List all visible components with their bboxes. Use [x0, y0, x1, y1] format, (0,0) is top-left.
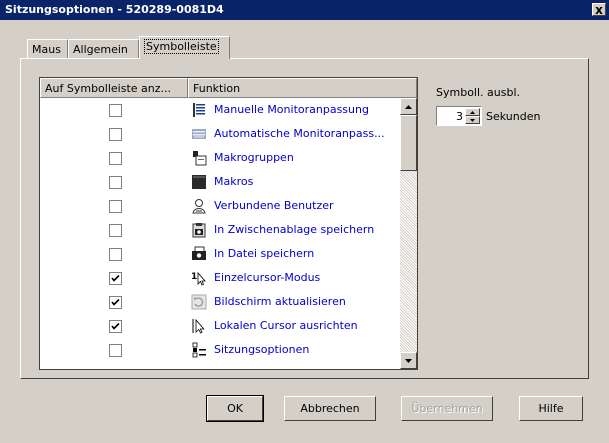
macros-icon	[191, 174, 207, 190]
column-header-show-on-toolbar[interactable]: Auf Symbolleiste anz...	[40, 78, 188, 98]
tab-maus[interactable]: Maus	[27, 39, 68, 58]
show-checkbox[interactable]	[109, 176, 122, 189]
refresh-screen-icon	[191, 294, 207, 310]
button-label: Hilfe	[538, 402, 564, 415]
down-arrow-icon	[470, 118, 475, 122]
function-label: Lokalen Cursor ausrichten	[214, 319, 358, 332]
auto-monitor-adjust-icon	[191, 126, 207, 142]
hide-toolbar-value[interactable]: 3	[456, 110, 463, 123]
monitor-adjust-icon	[191, 102, 207, 118]
spin-down-button[interactable]	[465, 116, 480, 124]
show-checkbox[interactable]	[109, 272, 122, 285]
close-button[interactable]: x	[592, 3, 606, 17]
function-label: Manuelle Monitoranpassung	[214, 103, 369, 116]
table-row[interactable]: Verbundene Benutzer	[40, 194, 400, 218]
function-label: Einzelcursor-Modus	[214, 271, 321, 284]
cancel-button[interactable]: Abbrechen	[284, 396, 376, 421]
function-label: In Datei speichern	[214, 247, 315, 260]
show-checkbox[interactable]	[109, 104, 122, 117]
help-button[interactable]: Hilfe	[519, 396, 583, 421]
function-label: Automatische Monitoranpass...	[214, 127, 385, 140]
function-label: In Zwischenablage speichern	[214, 223, 375, 236]
tab-allgemein[interactable]: Allgemein	[68, 39, 139, 58]
toolbar-functions-table: Auf Symbolleiste anz... Funktion Manuell…	[39, 77, 418, 370]
function-label: Bildschirm aktualisieren	[214, 295, 346, 308]
session-options-icon	[191, 342, 207, 358]
column-header-label: Auf Symbolleiste anz...	[45, 82, 172, 95]
vertical-scrollbar[interactable]	[400, 98, 417, 369]
connected-users-icon	[191, 198, 207, 214]
macro-groups-icon	[191, 150, 207, 166]
tab-label: Symbolleiste	[144, 39, 219, 54]
tab-label: Allgemein	[73, 43, 128, 56]
button-label: Übernehmen	[411, 402, 483, 415]
up-arrow-icon	[470, 110, 475, 114]
tab-label: Maus	[32, 43, 61, 56]
scroll-up-button[interactable]	[400, 98, 417, 115]
function-label: Makros	[214, 175, 254, 188]
tab-symbolleiste[interactable]: Symbolleiste	[139, 36, 230, 59]
scroll-down-button[interactable]	[400, 352, 417, 369]
hide-toolbar-unit: Sekunden	[486, 110, 541, 123]
window-title: Sitzungsoptionen - 520289-0081D4	[5, 3, 224, 16]
button-label: Abbrechen	[300, 402, 360, 415]
table-row[interactable]: In Datei speichern	[40, 242, 400, 266]
button-label: OK	[227, 402, 243, 415]
show-checkbox[interactable]	[109, 344, 122, 357]
table-row[interactable]: In Zwischenablage speichern	[40, 218, 400, 242]
single-cursor-icon: 1	[191, 270, 207, 286]
down-arrow-icon	[405, 358, 412, 363]
show-checkbox[interactable]	[109, 224, 122, 237]
table-row[interactable]: Lokalen Cursor ausrichten	[40, 314, 400, 338]
table-row[interactable]: Bildschirm aktualisieren	[40, 290, 400, 314]
table-row[interactable]: Manuelle Monitoranpassung	[40, 98, 400, 122]
align-cursor-icon	[191, 318, 207, 334]
show-checkbox[interactable]	[109, 152, 122, 165]
clipboard-camera-icon	[191, 222, 207, 238]
save-file-camera-icon	[191, 246, 207, 262]
table-row[interactable]: Sitzungsoptionen	[40, 338, 400, 362]
function-label: Makrogruppen	[214, 151, 294, 164]
show-checkbox[interactable]	[109, 320, 122, 333]
hide-toolbar-label: Symboll. ausbl.	[436, 86, 521, 99]
svg-text:1: 1	[191, 272, 197, 282]
title-bar: Sitzungsoptionen - 520289-0081D4 x	[0, 0, 609, 20]
show-checkbox[interactable]	[109, 200, 122, 213]
column-header-function[interactable]: Funktion	[188, 78, 417, 98]
hide-toolbar-spinner[interactable]: 3	[436, 106, 482, 126]
table-row[interactable]: Automatische Monitoranpass...	[40, 122, 400, 146]
ok-button[interactable]: OK	[206, 395, 264, 422]
show-checkbox[interactable]	[109, 128, 122, 141]
table-row[interactable]: 1 Einzelcursor-Modus	[40, 266, 400, 290]
function-label: Sitzungsoptionen	[214, 343, 310, 356]
table-row[interactable]: Makros	[40, 170, 400, 194]
function-label: Verbundene Benutzer	[214, 199, 334, 212]
up-arrow-icon	[405, 104, 412, 109]
apply-button[interactable]: Übernehmen	[401, 396, 493, 421]
column-header-label: Funktion	[193, 82, 241, 95]
table-row[interactable]: Makrogruppen	[40, 146, 400, 170]
spin-up-button[interactable]	[465, 108, 480, 116]
show-checkbox[interactable]	[109, 248, 122, 261]
scroll-thumb[interactable]	[400, 115, 417, 171]
show-checkbox[interactable]	[109, 296, 122, 309]
